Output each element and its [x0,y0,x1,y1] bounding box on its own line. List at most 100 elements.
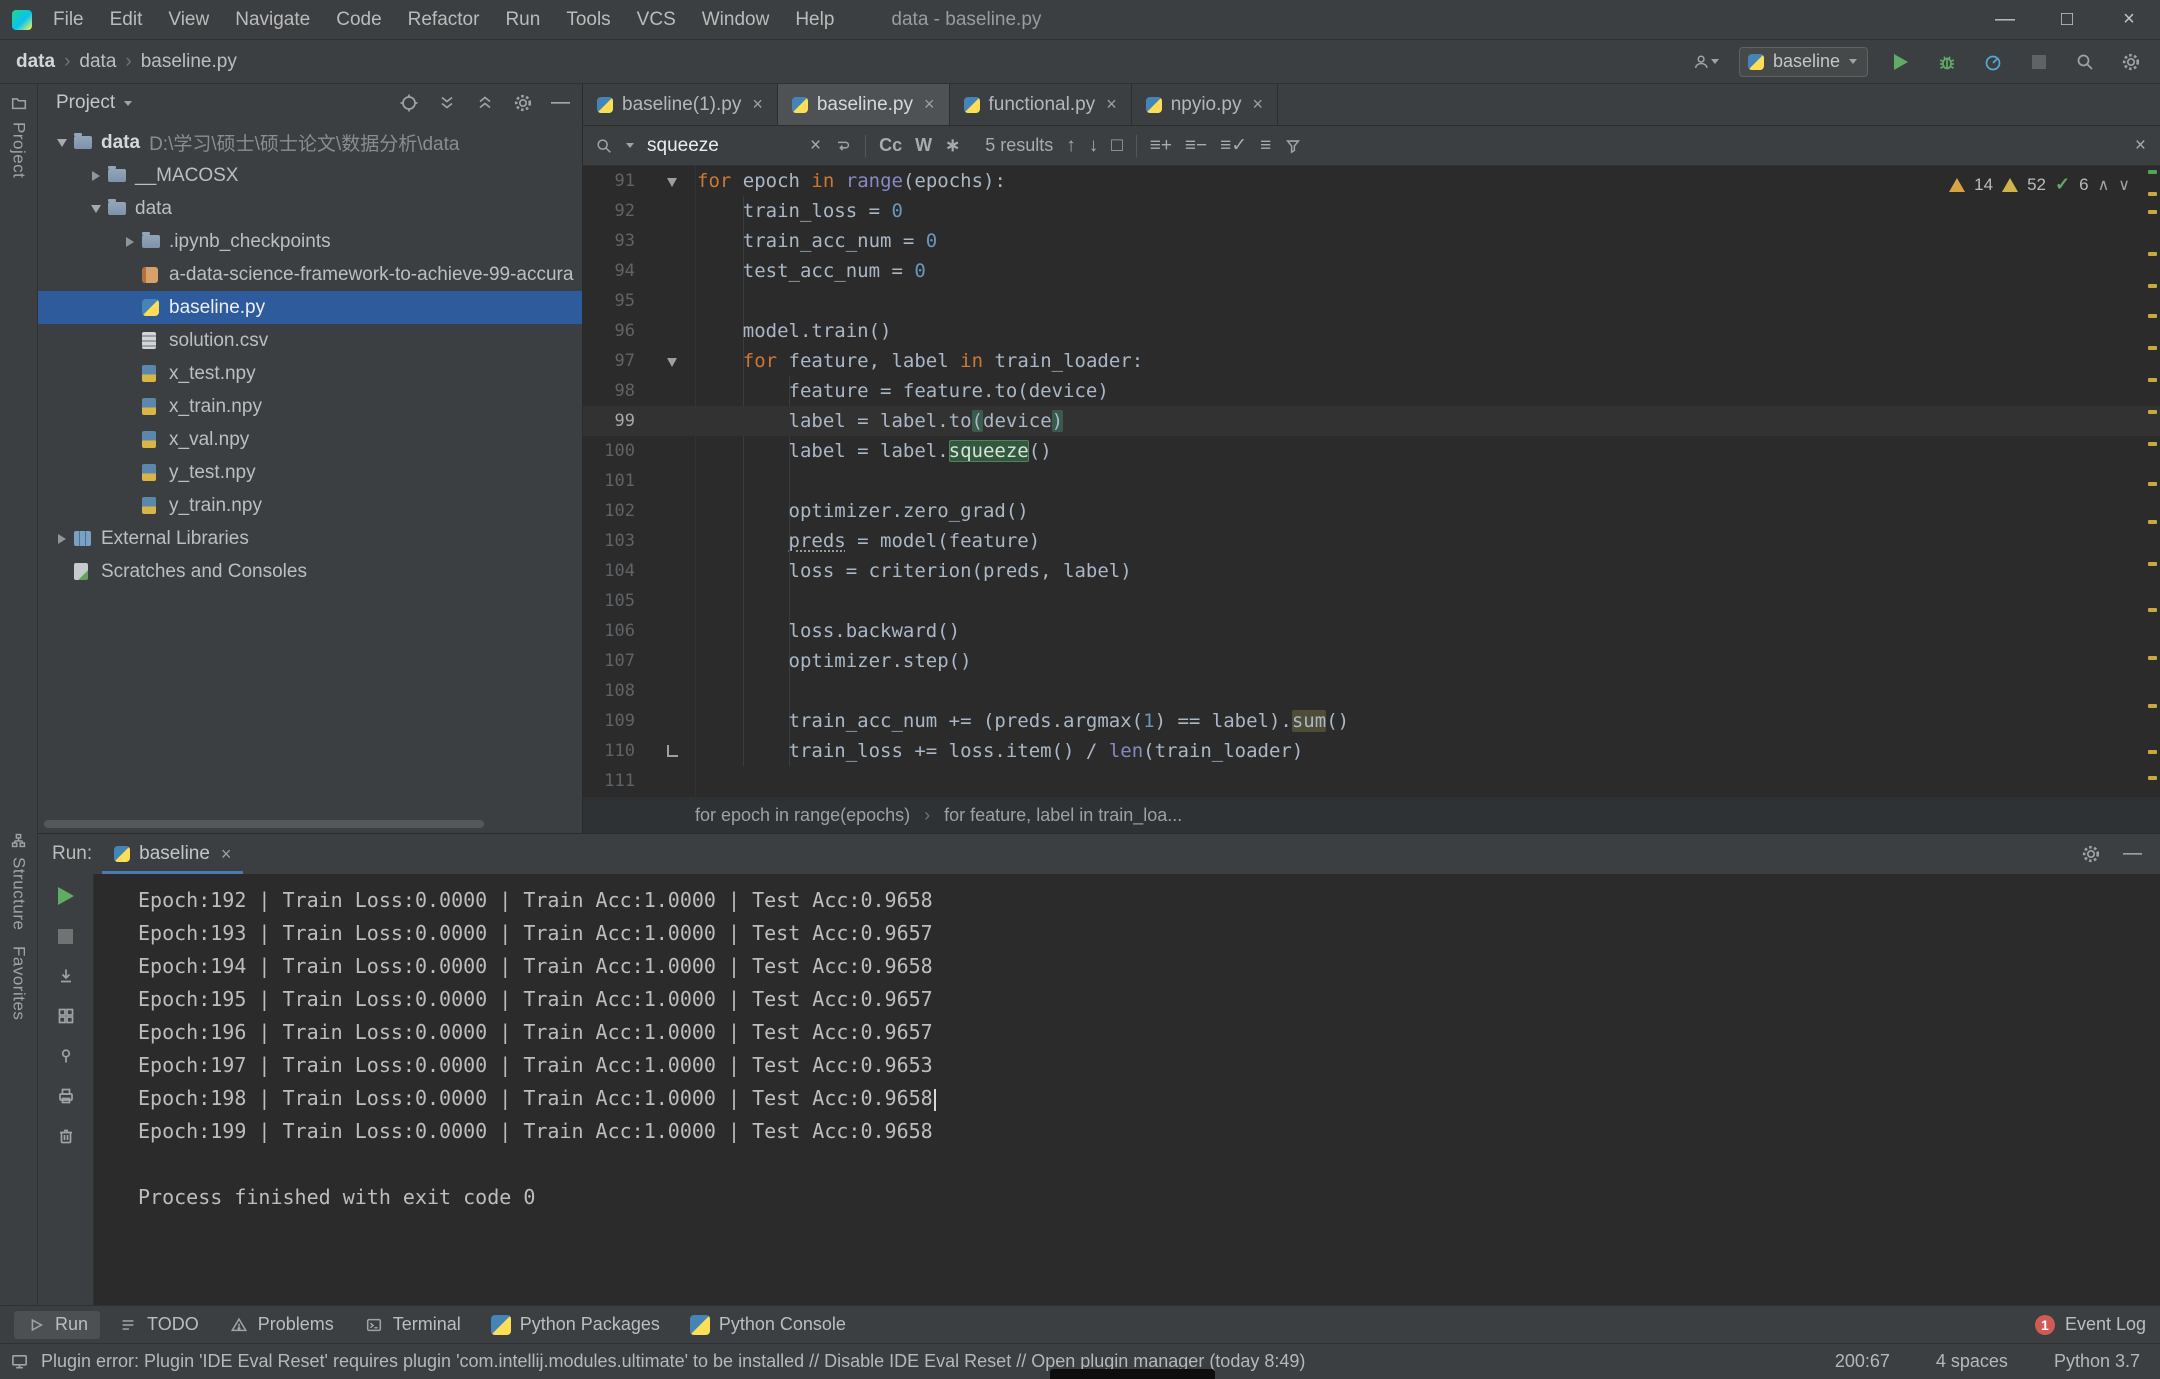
hide-panel-button[interactable]: — [551,92,570,114]
line-number[interactable]: 96 [583,316,647,346]
code-line-93[interactable]: 93 train_acc_num = 0 [583,226,2160,256]
previous-problem-button[interactable]: ∧ [2098,175,2110,195]
project-toolwindow-icon[interactable] [10,94,28,112]
search-everywhere-button[interactable] [2072,49,2098,75]
menu-edit[interactable]: Edit [97,0,156,39]
close-search-button[interactable]: × [2135,135,2146,157]
tree-item-x-test-npy[interactable]: x_test.npy [38,357,582,390]
clear-search-icon[interactable]: × [810,135,821,157]
code-line-96[interactable]: 96 model.train() [583,316,2160,346]
toolwindow-button-terminal[interactable]: Terminal [352,1311,473,1339]
line-number[interactable]: 110 [583,736,647,766]
menu-file[interactable]: File [40,0,97,39]
line-number[interactable]: 106 [583,616,647,646]
code-line-97[interactable]: 97 for feature, label in train_loader: [583,346,2160,376]
line-number[interactable]: 101 [583,466,647,496]
project-title[interactable]: Project [56,92,115,114]
breadcrumb-code-1[interactable]: for feature, label in train_loa... [944,805,1182,826]
restore-layout-button[interactable] [54,1004,78,1028]
breadcrumb-code-0[interactable]: for epoch in range(epochs) [695,805,910,826]
event-log-button[interactable]: 1 Event Log [2035,1314,2146,1335]
line-number[interactable]: 92 [583,196,647,226]
code-line-106[interactable]: 106 loss.backward() [583,616,2160,646]
panel-settings-button[interactable] [513,93,533,113]
menu-help[interactable]: Help [782,0,847,39]
stop-button[interactable] [2026,49,2052,75]
interpreter-info[interactable]: Python 3.7 [2054,1351,2140,1372]
scroll-to-end-button[interactable] [54,964,78,988]
tree-item-data[interactable]: data [38,192,582,225]
line-number[interactable]: 94 [583,256,647,286]
toolwindow-button-todo[interactable]: TODO [106,1311,211,1339]
code-line-110[interactable]: 110 train_loss += loss.item() / len(trai… [583,736,2160,766]
code-line-101[interactable]: 101 [583,466,2160,496]
tree-item-macosx[interactable]: __MACOSX [38,159,582,192]
run-settings-button[interactable] [2081,844,2101,864]
code-line-100[interactable]: 100 label = label.squeeze() [583,436,2160,466]
tool-strip-project[interactable]: Project [9,122,29,178]
hide-run-panel-button[interactable]: — [2123,843,2142,865]
filter-icon[interactable] [1284,137,1302,155]
print-button[interactable] [54,1084,78,1108]
code-line-111[interactable]: 111 [583,766,2160,796]
tree-item-ipynb-checkpoints[interactable]: .ipynb_checkpoints [38,225,582,258]
line-number[interactable]: 95 [583,286,647,316]
tree-item-x-train-npy[interactable]: x_train.npy [38,390,582,423]
editor-tab-npyio-py[interactable]: npyio.py× [1132,84,1278,125]
open-in-find-window-button[interactable]: □ [1111,135,1122,157]
line-number[interactable]: 109 [583,706,647,736]
line-number[interactable]: 103 [583,526,647,556]
next-match-button[interactable]: ↓ [1089,135,1099,157]
rerun-button[interactable] [54,884,78,908]
fold-marker[interactable] [647,736,697,766]
editor-tab-functional-py[interactable]: functional.py× [950,84,1132,125]
line-number[interactable]: 100 [583,436,647,466]
profiler-button[interactable] [1980,49,2006,75]
expander-right-icon[interactable] [84,159,108,192]
remove-occurrence-button[interactable]: ≡− [1185,135,1207,157]
expander-right-icon[interactable] [50,522,74,555]
close-button[interactable]: × [2098,0,2160,39]
select-all-occurrences-button[interactable]: ≡✓ [1220,134,1247,157]
horizontal-scrollbar[interactable] [44,820,484,828]
collapse-all-button[interactable] [475,93,495,113]
multiline-toggle[interactable]: ≡ [1260,135,1271,157]
tree-item-a-data-science-framework-to-achieve-99-accura[interactable]: a-data-science-framework-to-achieve-99-a… [38,258,582,291]
error-stripe[interactable] [2144,166,2160,797]
code-line-102[interactable]: 102 optimizer.zero_grad() [583,496,2160,526]
code-line-103[interactable]: 103 preds = model(feature) [583,526,2160,556]
tree-item-scratches-and-consoles[interactable]: Scratches and Consoles [38,555,582,588]
breadcrumb-item-data-0[interactable]: data [16,51,55,73]
close-tab-icon[interactable]: × [924,94,935,115]
menu-refactor[interactable]: Refactor [395,0,493,39]
tree-item-x-val-npy[interactable]: x_val.npy [38,423,582,456]
line-number[interactable]: 108 [583,676,647,706]
expander-down-icon[interactable] [84,192,108,225]
breadcrumb-item-baseline-py-2[interactable]: baseline.py [141,51,237,73]
menu-tools[interactable]: Tools [553,0,623,39]
stop-button[interactable] [54,924,78,948]
run-config-select[interactable]: baseline [1739,47,1868,77]
next-problem-button[interactable]: ∨ [2118,175,2130,195]
tree-item-solution-csv[interactable]: solution.csv [38,324,582,357]
line-number[interactable]: 91 [583,166,647,196]
close-tab-icon[interactable]: × [752,94,763,115]
close-tab-icon[interactable]: × [1106,94,1117,115]
code-line-98[interactable]: 98 feature = feature.to(device) [583,376,2160,406]
menu-window[interactable]: Window [689,0,783,39]
tool-strip-favorites[interactable]: Favorites [9,946,29,1020]
code-line-104[interactable]: 104 loss = criterion(preds, label) [583,556,2160,586]
indent-info[interactable]: 4 spaces [1936,1351,2008,1372]
previous-match-button[interactable]: ↑ [1066,135,1076,157]
toolwindow-button-python-packages[interactable]: Python Packages [479,1311,672,1339]
fold-marker[interactable] [647,346,697,376]
fold-marker[interactable] [647,166,697,196]
toolwindow-button-python-console[interactable]: Python Console [678,1311,858,1339]
pin-button[interactable] [54,1044,78,1068]
line-number[interactable]: 93 [583,226,647,256]
search-input[interactable]: squeeze [647,135,797,157]
insert-newline-icon[interactable] [834,137,852,155]
menu-code[interactable]: Code [323,0,394,39]
code-line-91[interactable]: 91for epoch in range(epochs): [583,166,2160,196]
close-run-tab-icon[interactable]: × [221,844,232,865]
